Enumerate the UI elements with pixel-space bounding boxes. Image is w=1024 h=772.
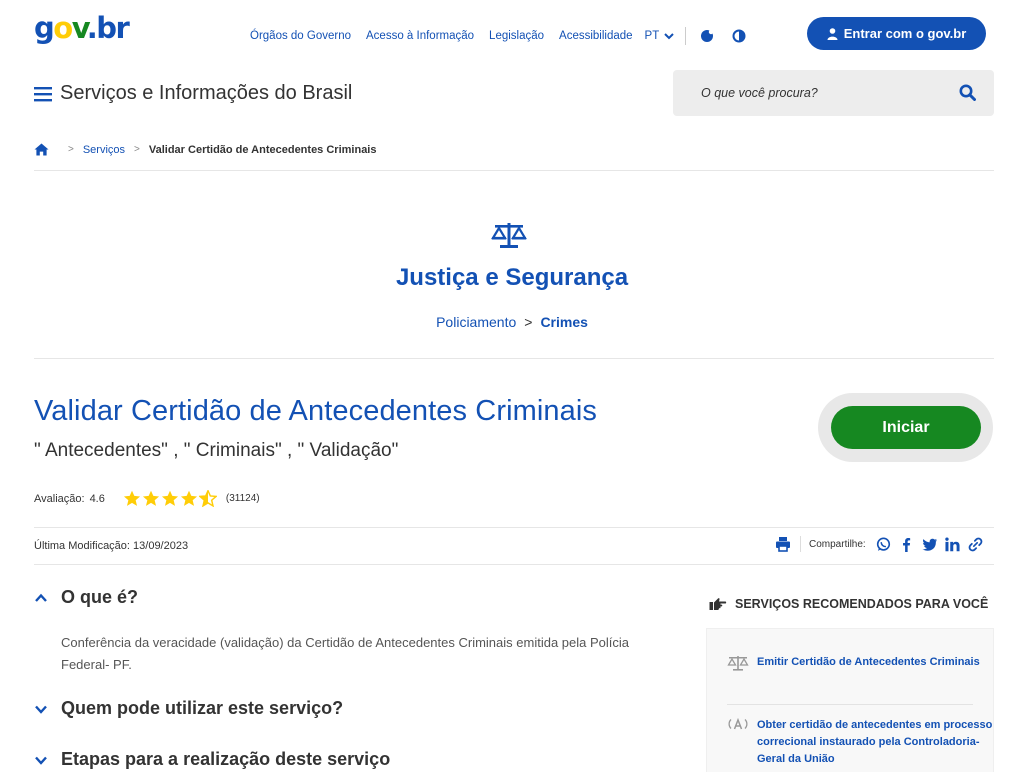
accordion-etapas[interactable]: Etapas para a realização deste serviço: [34, 749, 390, 770]
divider: [34, 170, 994, 171]
subpath-separator: >: [524, 314, 533, 330]
cookie-icon[interactable]: [700, 29, 714, 43]
recommended-item[interactable]: Emitir Certidão de Antecedentes Criminai…: [727, 654, 980, 672]
twitter-icon[interactable]: [922, 536, 938, 552]
print-icon[interactable]: [775, 536, 791, 552]
share-label: Compartilhe:: [809, 538, 866, 550]
language-label: PT: [644, 30, 660, 42]
login-button[interactable]: Entrar com o gov.br: [807, 17, 986, 50]
accordion-o-que-e[interactable]: O que é?: [34, 587, 138, 608]
start-button[interactable]: Iniciar: [831, 406, 981, 449]
subcategory-link[interactable]: Policiamento: [436, 314, 516, 330]
share-bar: Compartilhe:: [775, 536, 991, 552]
category-title[interactable]: Justiça e Segurança: [0, 264, 1024, 292]
link-acesso-informacao[interactable]: Acesso à Informação: [366, 30, 474, 42]
contrast-icon[interactable]: [732, 29, 746, 43]
logo-letter-b: b: [96, 11, 117, 45]
site-title[interactable]: Serviços e Informações do Brasil: [60, 82, 352, 105]
breadcrumb-servicos[interactable]: Serviços: [83, 144, 125, 156]
search-placeholder: O que você procura?: [701, 86, 818, 100]
facebook-icon[interactable]: [899, 536, 915, 552]
scales-icon: [491, 223, 527, 248]
subcategory-current[interactable]: Crimes: [540, 314, 587, 330]
service-tags: " Antecedentes" , " Criminais" , " Valid…: [34, 440, 399, 461]
logo-letter-r: r: [115, 11, 130, 45]
accordion-quem-pode-utilizar[interactable]: Quem pode utilizar este serviço?: [34, 698, 343, 719]
star-icon: [161, 490, 178, 506]
logo-letter-o: o: [53, 11, 73, 45]
divider: [34, 564, 994, 565]
logo-letter-v: v: [71, 11, 89, 45]
govbr-logo[interactable]: gov.br: [34, 11, 130, 45]
user-icon: [827, 27, 838, 40]
top-links: Órgãos do Governo Acesso à Informação Le…: [250, 27, 764, 45]
service-title: Validar Certidão de Antecedentes Crimina…: [34, 395, 598, 427]
accordion-title: Etapas para a realização deste serviço: [61, 749, 391, 769]
recommended-heading: SERVIÇOS RECOMENDADOS PARA VOCÊ: [709, 597, 988, 611]
breadcrumb: > Serviços > Validar Certidão de Anteced…: [34, 143, 377, 156]
pointing-hand-icon: [709, 598, 727, 610]
scales-icon: [727, 656, 749, 671]
menu-icon[interactable]: [34, 86, 52, 102]
star-icon: [180, 490, 197, 506]
star-half-icon: [198, 490, 217, 507]
search-input[interactable]: O que você procura?: [673, 70, 994, 116]
divider: [685, 27, 687, 45]
copy-link-icon[interactable]: [968, 536, 984, 552]
recommended-heading-label: SERVIÇOS RECOMENDADOS PARA VOCÊ: [735, 597, 989, 611]
menu-row: Serviços e Informações do Brasil: [34, 82, 352, 105]
chevron-down-icon: [664, 33, 674, 40]
logo-letter-g: g: [34, 11, 55, 45]
star-icon: [123, 490, 140, 506]
rating-stars[interactable]: [123, 490, 218, 507]
chevron-up-icon: [35, 593, 47, 602]
link-orgaos-governo[interactable]: Órgãos do Governo: [250, 30, 351, 42]
breadcrumb-separator: >: [68, 144, 74, 155]
top-bar: gov.br Órgãos do Governo Acesso à Inform…: [0, 0, 1024, 70]
recommended-list: Emitir Certidão de Antecedentes Criminai…: [706, 628, 994, 772]
last-modified: Última Modificação: 13/09/2023: [34, 540, 189, 552]
rating-value: 4.6: [89, 492, 105, 505]
recommended-item-label: Obter certidão de antecedentes em proces…: [757, 719, 993, 765]
divider: [34, 527, 994, 528]
star-icon: [142, 490, 159, 506]
accordion-body: Conferência da veracidade (validação) da…: [61, 635, 629, 672]
breadcrumb-separator: >: [134, 144, 140, 155]
linkedin-icon[interactable]: [945, 536, 961, 552]
logo-dot: .: [86, 11, 98, 45]
home-icon[interactable]: [34, 143, 49, 156]
language-selector[interactable]: PT: [645, 30, 676, 42]
accordion-title: O que é?: [61, 587, 139, 607]
breadcrumb-current: Validar Certidão de Antecedentes Crimina…: [148, 143, 377, 156]
divider: [727, 704, 973, 705]
rating: Avaliação: 4.6 (31124): [34, 490, 260, 507]
divider: [800, 536, 801, 552]
category-subpath: Policiamento > Crimes: [0, 314, 1024, 330]
whatsapp-icon[interactable]: [876, 536, 892, 552]
link-legislacao[interactable]: Legislação: [489, 30, 544, 42]
divider: [34, 358, 994, 359]
chevron-down-icon: [35, 756, 47, 765]
chevron-down-icon: [35, 705, 47, 714]
login-label: Entrar com o gov.br: [843, 26, 967, 41]
recommended-item-label: Emitir Certidão de Antecedentes Criminai…: [757, 656, 980, 668]
broadcast-icon: [728, 717, 748, 730]
accordion-title: Quem pode utilizar este serviço?: [61, 698, 344, 718]
rating-count: (31124): [225, 493, 260, 504]
recommended-item[interactable]: Obter certidão de antecedentes em proces…: [727, 717, 993, 768]
search-icon[interactable]: [959, 84, 976, 101]
link-acessibilidade[interactable]: Acessibilidade: [559, 30, 633, 42]
start-button-container: Iniciar: [818, 393, 993, 462]
rating-label: Avaliação:: [34, 492, 85, 505]
